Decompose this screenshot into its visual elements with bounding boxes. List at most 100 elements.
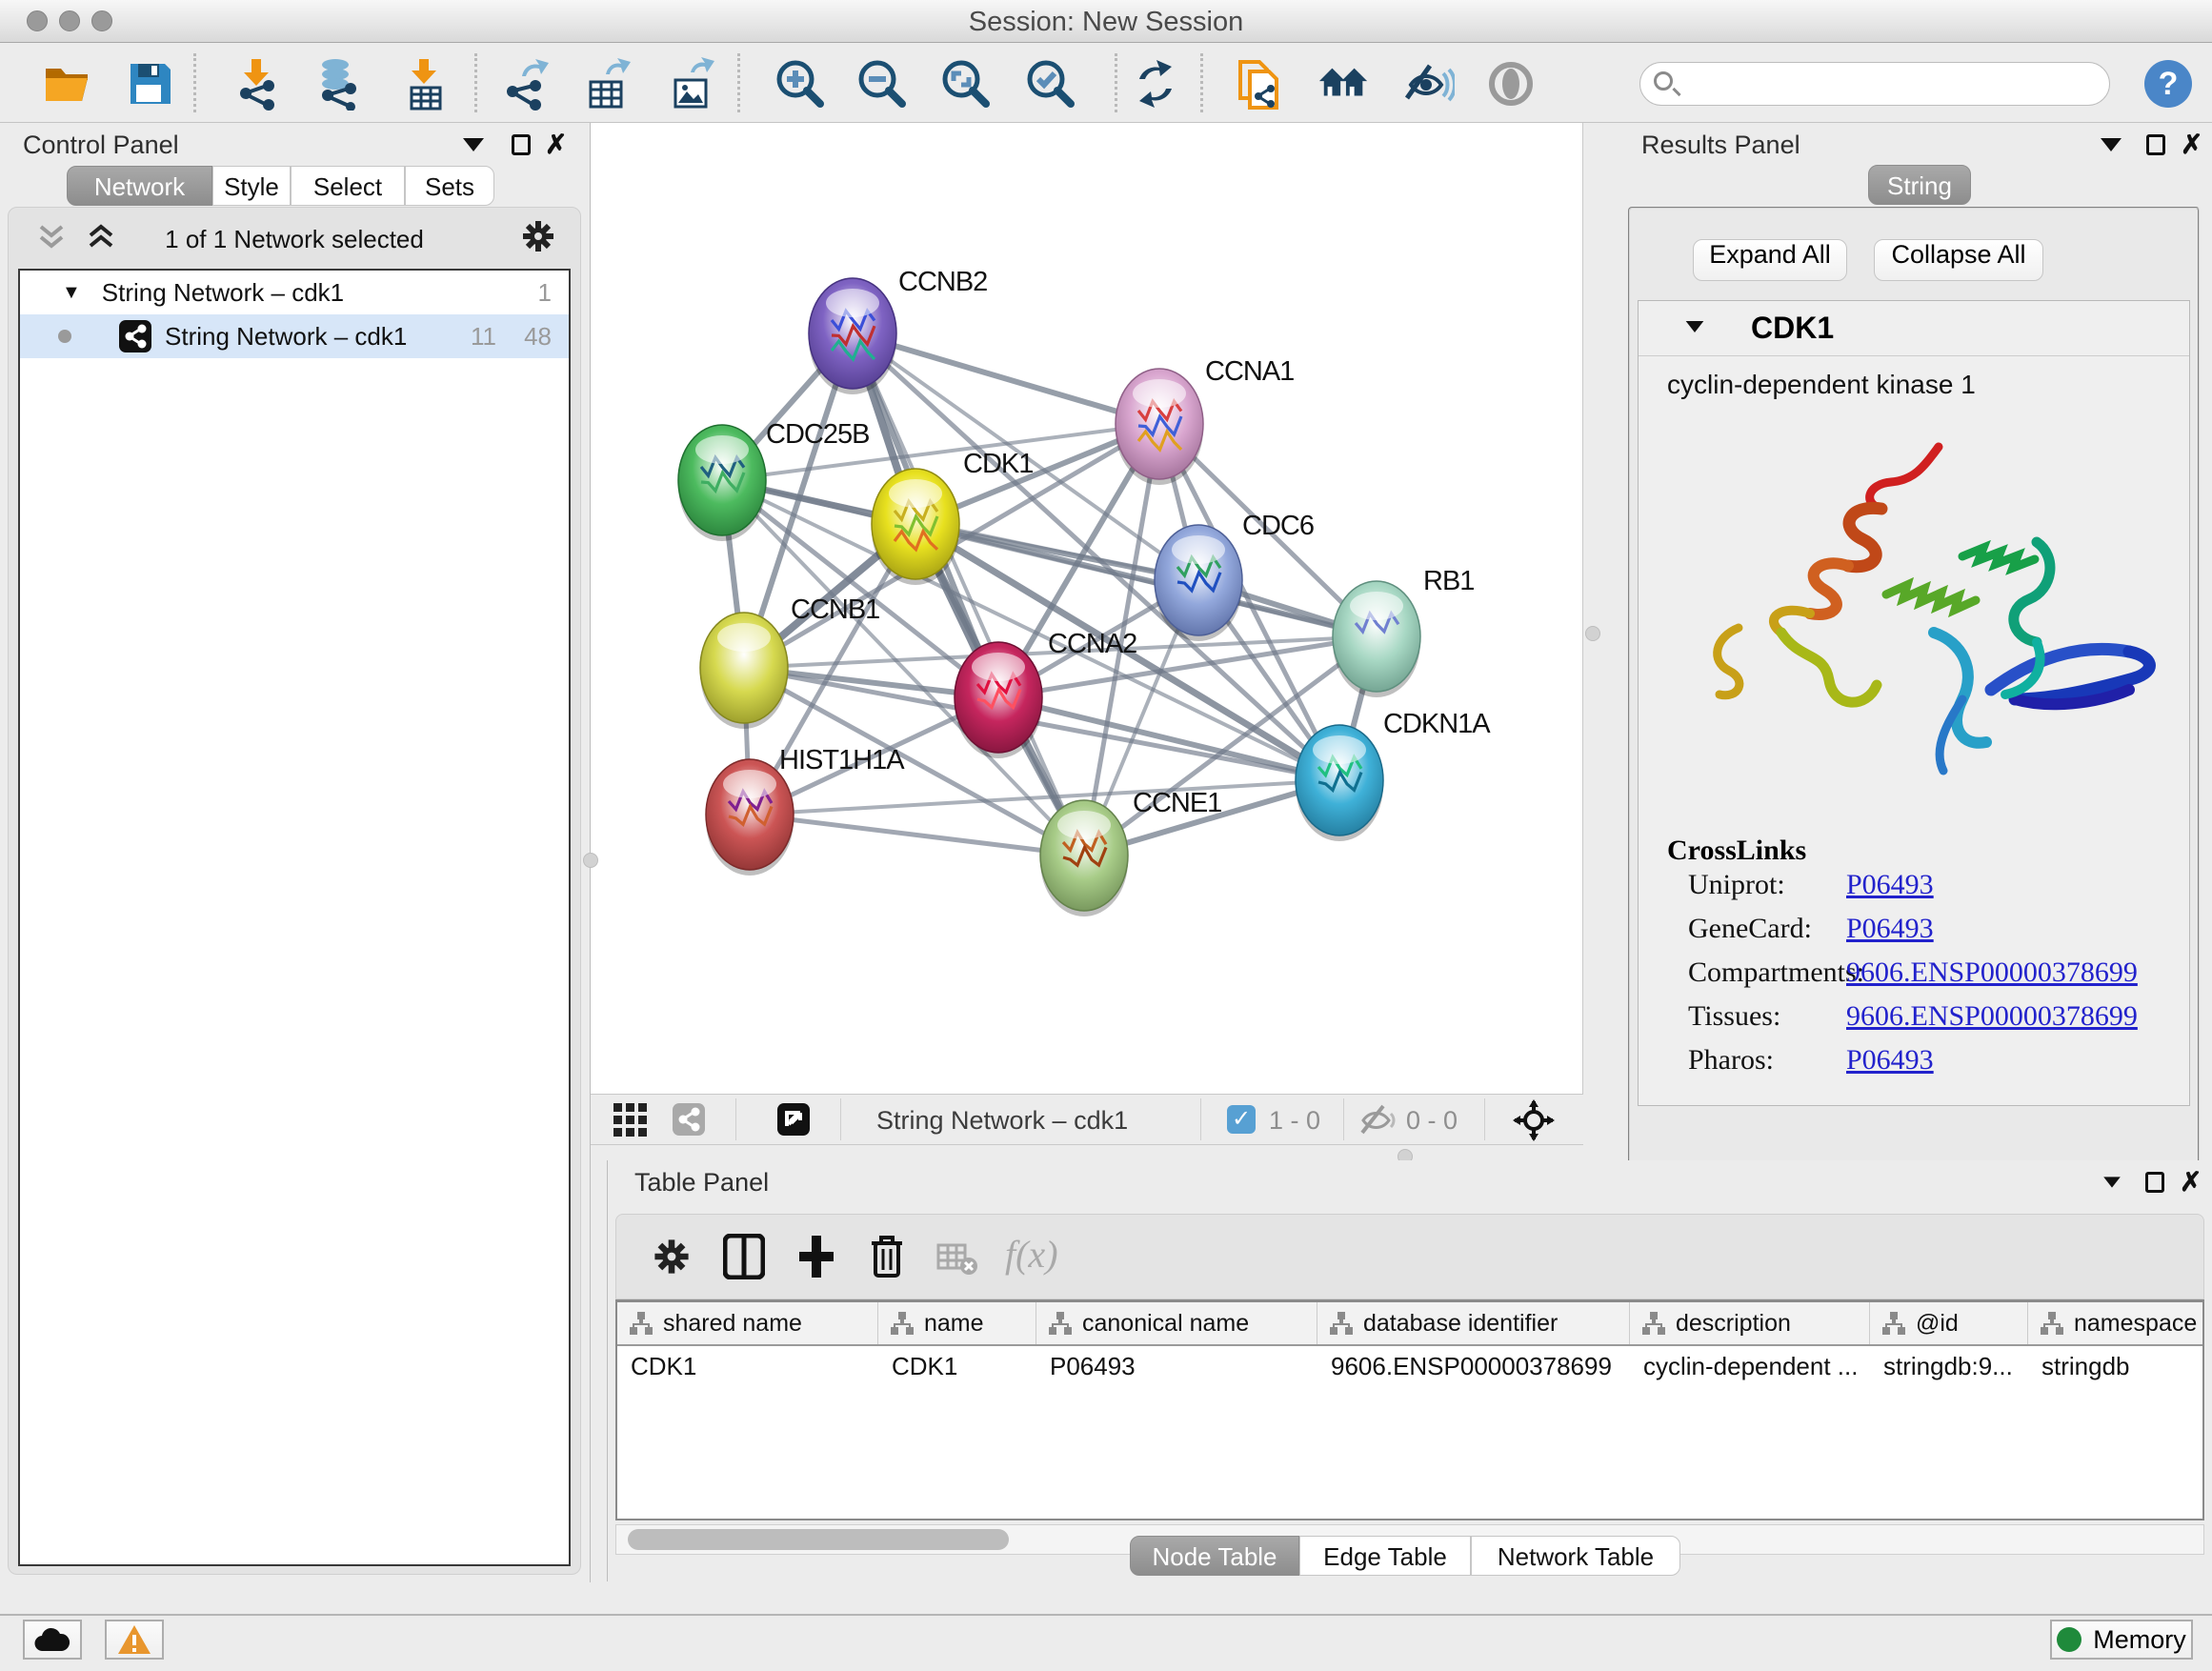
control-panel-close-icon[interactable]: ✗ bbox=[545, 129, 567, 160]
save-session-icon[interactable] bbox=[124, 57, 177, 111]
tissues-link[interactable]: 9606.ENSP00000378699 bbox=[1846, 1000, 2138, 1033]
zoom-selected-icon[interactable] bbox=[1024, 57, 1077, 111]
network-options-gear-icon[interactable] bbox=[519, 217, 557, 255]
clone-network-icon[interactable] bbox=[1233, 57, 1286, 111]
gene-expander-icon[interactable] bbox=[1686, 321, 1704, 332]
zoom-in-icon[interactable] bbox=[774, 57, 827, 111]
node-RB1[interactable]: RB1 bbox=[1333, 566, 1474, 697]
birdseye-navigator-icon[interactable] bbox=[1513, 1099, 1555, 1141]
results-panel-title: Results Panel bbox=[1641, 131, 1800, 160]
column-header-canonical-name[interactable]: canonical name bbox=[1036, 1302, 1317, 1344]
memory-status-dot bbox=[2057, 1627, 2081, 1652]
show-columns-icon[interactable] bbox=[723, 1234, 765, 1279]
tab-edge-table[interactable]: Edge Table bbox=[1299, 1536, 1471, 1576]
search-input[interactable] bbox=[1690, 67, 2090, 101]
results-panel-close-icon[interactable]: ✗ bbox=[2181, 129, 2202, 160]
column-header-name[interactable]: name bbox=[878, 1302, 1036, 1344]
refresh-view-icon[interactable] bbox=[1129, 57, 1182, 111]
left-splitter-handle[interactable] bbox=[583, 853, 598, 868]
collection-expander-icon[interactable]: ▼ bbox=[62, 282, 81, 304]
network-collection-row[interactable]: ▼ String Network – cdk1 1 bbox=[20, 271, 569, 314]
column-header-database-identifier[interactable]: database identifier bbox=[1317, 1302, 1630, 1344]
results-panel-maximize-icon[interactable] bbox=[2146, 134, 2165, 155]
collapse-all-button[interactable]: Collapse All bbox=[1874, 239, 2043, 281]
column-type-icon bbox=[1881, 1311, 1906, 1336]
tab-network[interactable]: Network bbox=[67, 166, 212, 206]
tab-string[interactable]: String bbox=[1868, 165, 1971, 205]
table-hscrollbar-thumb[interactable] bbox=[628, 1529, 1009, 1550]
hide-selected-icon[interactable] bbox=[1401, 57, 1455, 111]
tab-network-table[interactable]: Network Table bbox=[1471, 1536, 1680, 1576]
toolbar-separator bbox=[735, 1098, 736, 1140]
selected-nodes-checkbox[interactable]: ✓ bbox=[1227, 1105, 1256, 1134]
export-network-icon[interactable] bbox=[498, 57, 552, 111]
column-header-@id[interactable]: @id bbox=[1870, 1302, 2028, 1344]
table-cell[interactable]: P06493 bbox=[1036, 1344, 1317, 1386]
compartments-link[interactable]: 9606.ENSP00000378699 bbox=[1846, 956, 2138, 989]
tab-sets[interactable]: Sets bbox=[405, 166, 494, 206]
node-label-RB1: RB1 bbox=[1423, 566, 1474, 596]
hidden-eye-icon[interactable] bbox=[1358, 1104, 1397, 1137]
string-view-icon[interactable] bbox=[673, 1103, 705, 1136]
table-options-gear-icon[interactable] bbox=[651, 1236, 693, 1278]
results-panel-float-icon[interactable] bbox=[2101, 138, 2122, 151]
import-network-file-icon[interactable] bbox=[231, 57, 285, 111]
delete-column-icon[interactable] bbox=[868, 1234, 906, 1279]
column-type-icon bbox=[1641, 1311, 1666, 1336]
column-header-label: canonical name bbox=[1082, 1310, 1249, 1338]
export-table-icon[interactable] bbox=[580, 57, 633, 111]
tab-select[interactable]: Select bbox=[291, 166, 405, 206]
control-panel: Control Panel ✗ Network Style Select Set… bbox=[0, 123, 591, 1582]
uniprot-link[interactable]: P06493 bbox=[1846, 869, 1934, 901]
import-network-database-icon[interactable] bbox=[312, 57, 365, 111]
edge-CCNE1-HIST1H1A[interactable] bbox=[750, 815, 1084, 856]
string-network-graph[interactable]: CCNB2CCNA1CDC25BCDK1CDC6RB1CCNB1CCNA2CDK… bbox=[591, 123, 1583, 1094]
node-CDKN1A[interactable]: CDKN1A bbox=[1296, 709, 1491, 841]
column-header-label: database identifier bbox=[1363, 1310, 1558, 1338]
table-cell[interactable]: cyclin-dependent ... bbox=[1630, 1344, 1870, 1386]
add-column-icon[interactable] bbox=[795, 1234, 837, 1279]
table-cell[interactable]: CDK1 bbox=[878, 1344, 1036, 1386]
node-CDC6[interactable]: CDC6 bbox=[1155, 511, 1314, 641]
column-header-label: @id bbox=[1916, 1310, 1959, 1338]
node-table[interactable]: shared nameCDK1nameCDK1 canonical name P06… bbox=[615, 1299, 2204, 1520]
detach-view-icon[interactable] bbox=[777, 1103, 810, 1136]
grid-view-icon[interactable] bbox=[613, 1103, 648, 1137]
pharos-link[interactable]: P06493 bbox=[1846, 1044, 1934, 1077]
table-panel-float-icon[interactable] bbox=[2103, 1177, 2121, 1187]
column-header-shared-name[interactable]: shared name bbox=[617, 1302, 878, 1344]
right-splitter-handle[interactable] bbox=[1585, 626, 1600, 641]
zoom-out-icon[interactable] bbox=[855, 57, 909, 111]
help-icon[interactable]: ? bbox=[2142, 57, 2195, 111]
gene-section-header[interactable]: CDK1 bbox=[1639, 301, 2189, 356]
export-image-icon[interactable] bbox=[665, 57, 718, 111]
control-panel-maximize-icon[interactable] bbox=[512, 134, 531, 155]
import-table-icon[interactable] bbox=[399, 57, 452, 111]
genecard-link[interactable]: P06493 bbox=[1846, 913, 1934, 945]
open-file-icon[interactable] bbox=[40, 57, 93, 111]
node-label-CCNE1: CCNE1 bbox=[1133, 788, 1221, 818]
table-panel-close-icon[interactable]: ✗ bbox=[2180, 1166, 2202, 1198]
edge-CCNB2-CCNE1[interactable] bbox=[853, 333, 1084, 856]
table-cell[interactable]: stringdb:9... bbox=[1870, 1344, 2028, 1386]
zoom-fit-icon[interactable] bbox=[939, 57, 993, 111]
cloud-status-button[interactable] bbox=[23, 1620, 82, 1660]
table-panel-maximize-icon[interactable] bbox=[2145, 1172, 2164, 1193]
warnings-button[interactable] bbox=[105, 1620, 164, 1660]
column-header-description[interactable]: description bbox=[1630, 1302, 1870, 1344]
network-view-canvas[interactable]: CCNB2CCNA1CDC25BCDK1CDC6RB1CCNB1CCNA2CDK… bbox=[591, 123, 1583, 1094]
control-panel-float-icon[interactable] bbox=[463, 138, 484, 151]
memory-button[interactable]: Memory bbox=[2050, 1620, 2193, 1660]
network-row[interactable]: String Network – cdk1 11 48 bbox=[20, 314, 569, 358]
expand-all-button[interactable]: Expand All bbox=[1693, 239, 1847, 281]
tab-style[interactable]: Style bbox=[212, 166, 291, 206]
table-cell[interactable]: CDK1 bbox=[617, 1344, 878, 1386]
tab-node-table[interactable]: Node Table bbox=[1130, 1536, 1299, 1576]
column-header-namespace[interactable]: namespace bbox=[2028, 1302, 2204, 1344]
memory-label: Memory bbox=[2093, 1625, 2186, 1655]
table-cell[interactable]: 9606.ENSP00000378699 bbox=[1317, 1344, 1630, 1386]
first-neighbors-icon[interactable] bbox=[1317, 57, 1371, 111]
node-CCNE1[interactable]: CCNE1 bbox=[1040, 788, 1221, 916]
table-cell[interactable]: stringdb bbox=[2028, 1344, 2204, 1386]
show-all-icon[interactable] bbox=[1484, 57, 1538, 111]
